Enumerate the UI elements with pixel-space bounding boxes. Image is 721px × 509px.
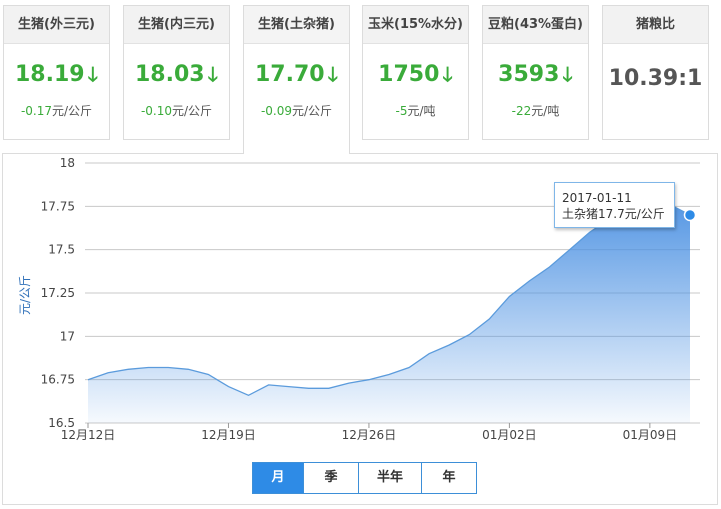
x-tick-label: 12月12日 (61, 428, 116, 442)
tab-half-year[interactable]: 半年 (358, 463, 421, 493)
x-axis-ticks: 12月12日 12月19日 12月26日 01月02日 01月09日 (61, 423, 677, 442)
x-tick-label: 12月19日 (201, 428, 256, 442)
chart-tooltip: 2017-01-11 土杂猪17.7元/公斤 (554, 182, 675, 228)
time-range-tabs: 月 季 半年 年 (252, 462, 477, 494)
series-area (88, 199, 690, 423)
tab-month[interactable]: 月 (253, 463, 303, 493)
x-tick-label: 01月09日 (623, 428, 678, 442)
x-tick-label: 12月26日 (342, 428, 397, 442)
y-tick-label: 18 (60, 156, 75, 170)
tooltip-date: 2017-01-11 (562, 191, 632, 205)
x-tick-label: 01月02日 (482, 428, 537, 442)
change-value: -0.09 (260, 104, 292, 118)
tooltip-value: 土杂猪17.7元/公斤 (562, 207, 665, 221)
y-tick-label: 17 (60, 329, 75, 343)
card-change: -0.09元/公斤 (244, 102, 349, 119)
card-value: 17.70 🡓 (244, 60, 349, 94)
tab-quarter[interactable]: 季 (303, 463, 358, 493)
price-card-pig-tuzazhu[interactable]: 生猪(土杂猪) 17.70 🡓 -0.09元/公斤 (243, 5, 350, 154)
y-tick-label: 16.75 (41, 373, 75, 387)
tab-year[interactable]: 年 (421, 463, 476, 493)
unit-label: 元/公斤 (292, 104, 333, 118)
down-arrow-icon: 🡓 (327, 62, 338, 86)
price-value: 17.70 (255, 62, 325, 87)
price-area-chart: 16.516.751717.2517.517.7518 12月12日 12月19日… (18, 156, 700, 442)
card-title: 生猪(土杂猪) (244, 6, 349, 44)
y-tick-label: 17.75 (41, 199, 75, 213)
hover-point (683, 208, 697, 222)
y-tick-label: 17.5 (48, 243, 75, 257)
y-axis-label: 元/公斤 (18, 275, 32, 315)
y-tick-label: 17.25 (41, 286, 75, 300)
y-axis-ticks: 16.516.751717.2517.517.7518 (41, 156, 75, 430)
